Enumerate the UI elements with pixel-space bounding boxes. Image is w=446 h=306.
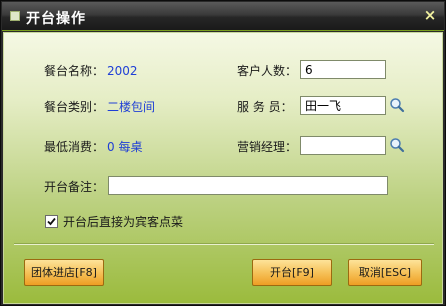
form-panel: 餐台名称： 2002 客户人数： 餐台类别： 二楼包间 服 务 员： 最低消费：… — [3, 32, 443, 304]
sales-manager-label: 营销经理： — [237, 140, 298, 154]
min-spend-label: 最低消费： — [44, 140, 105, 154]
checkmark-icon — [47, 217, 56, 226]
dialog-title: 开台操作 — [26, 11, 86, 27]
table-type-value: 二楼包间 — [107, 100, 156, 114]
waiter-search-icon[interactable] — [389, 97, 405, 113]
min-spend-value: 0 每桌 — [107, 140, 143, 154]
guest-count-label: 客户人数： — [237, 64, 298, 78]
divider — [14, 243, 434, 245]
table-type-label: 餐台类别： — [44, 100, 105, 114]
waiter-input[interactable] — [300, 96, 386, 115]
sales-manager-input[interactable] — [300, 136, 386, 155]
group-checkin-button[interactable]: 团体进店[F8] — [24, 259, 104, 286]
cancel-button[interactable]: 取消[ESC] — [348, 259, 422, 286]
title-bar[interactable]: 开台操作 × — [2, 2, 444, 31]
remark-label: 开台备注： — [44, 180, 105, 194]
guest-count-input[interactable] — [300, 60, 386, 79]
window-icon — [10, 11, 20, 21]
table-name-label: 餐台名称： — [44, 64, 105, 78]
open-table-button[interactable]: 开台[F9] — [252, 259, 332, 286]
waiter-label: 服 务 员： — [237, 100, 293, 114]
order-checkbox-label: 开台后直接为宾客点菜 — [63, 215, 184, 229]
table-name-value: 2002 — [107, 64, 138, 78]
open-table-dialog: 开台操作 × 餐台名称： 2002 客户人数： 餐台类别： 二楼包间 服 务 员… — [0, 0, 446, 306]
remark-input[interactable] — [108, 176, 388, 195]
close-button[interactable]: × — [422, 7, 438, 23]
manager-search-icon[interactable] — [389, 137, 405, 153]
order-checkbox[interactable] — [45, 215, 58, 228]
